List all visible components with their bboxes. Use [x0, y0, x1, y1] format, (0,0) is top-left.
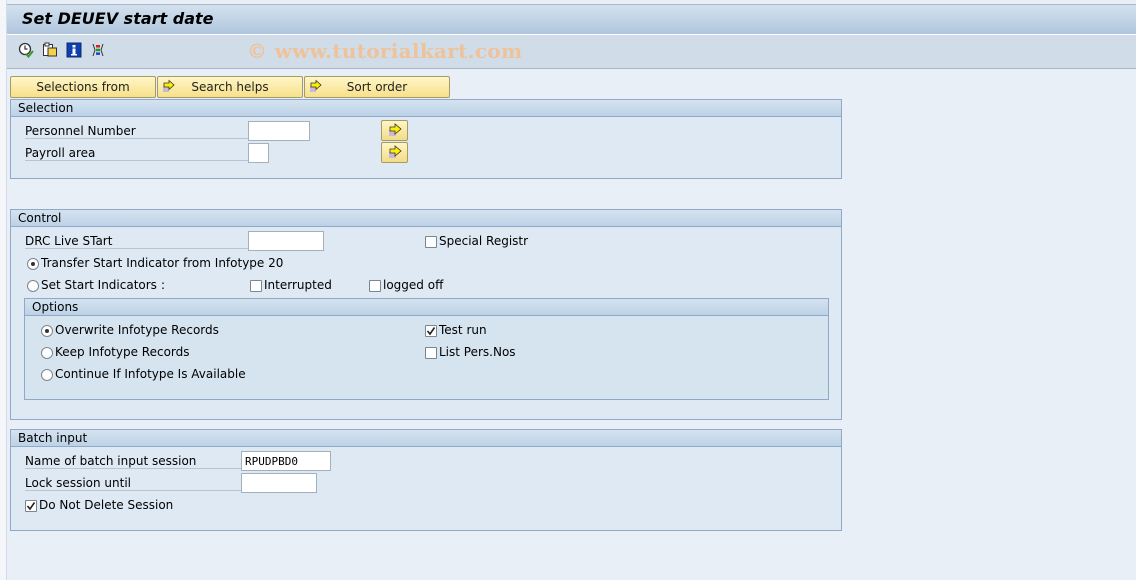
- sort-order-label: Sort order: [346, 80, 408, 94]
- personnel-number-field[interactable]: [248, 121, 310, 141]
- do-not-delete-label: Do Not Delete Session: [39, 498, 174, 512]
- overwrite-records-label: Overwrite Infotype Records: [55, 323, 219, 337]
- continue-if-available-radio[interactable]: [41, 369, 53, 381]
- overwrite-records-radio[interactable]: [41, 325, 53, 337]
- logged-off-checkbox[interactable]: [369, 280, 381, 292]
- control-header: Control: [11, 210, 841, 227]
- arrow-right-icon: [389, 145, 402, 158]
- arrow-right-icon: [309, 79, 323, 96]
- search-helps-button[interactable]: Search helps: [157, 76, 303, 98]
- batch-input-header: Batch input: [11, 430, 841, 447]
- test-run-label: Test run: [439, 323, 487, 337]
- payroll-area-field[interactable]: [248, 143, 269, 163]
- drc-live-start-label: DRC Live STart: [25, 234, 259, 249]
- keep-records-label: Keep Infotype Records: [55, 345, 190, 359]
- left-edge: [0, 0, 7, 580]
- lock-session-label: Lock session until: [25, 476, 253, 491]
- options-header: Options: [25, 299, 828, 316]
- checkmark-icon: [26, 502, 36, 511]
- columns-icon[interactable]: [89, 41, 107, 59]
- personnel-number-multiple-selection-button[interactable]: [381, 120, 408, 141]
- test-run-checkbox[interactable]: [425, 325, 437, 337]
- selections-from-button[interactable]: Selections from: [10, 76, 156, 98]
- page-title: Set DEUEV start date: [22, 9, 214, 28]
- list-pers-nos-label: List Pers.Nos: [439, 345, 516, 359]
- logged-off-label: logged off: [383, 278, 444, 292]
- search-helps-label: Search helps: [191, 80, 269, 94]
- copy-variant-icon[interactable]: [41, 41, 59, 59]
- do-not-delete-checkbox[interactable]: [25, 500, 37, 512]
- options-group: Options Overwrite Infotype Records Keep …: [24, 298, 829, 400]
- interrupted-label: Interrupted: [264, 278, 332, 292]
- list-pers-nos-checkbox[interactable]: [425, 347, 437, 359]
- selection-header: Selection: [11, 100, 841, 117]
- transfer-start-radio[interactable]: [27, 258, 39, 270]
- set-start-label: Set Start Indicators: [41, 278, 157, 292]
- interrupted-checkbox[interactable]: [250, 280, 262, 292]
- payroll-area-multiple-selection-button[interactable]: [381, 142, 408, 163]
- special-registr-label: Special Registr: [439, 234, 529, 248]
- watermark: © www.tutorialkart.com: [247, 39, 523, 63]
- checkmark-icon: [426, 327, 436, 336]
- set-start-colon: :: [161, 278, 166, 292]
- lock-session-field[interactable]: [241, 473, 317, 493]
- personnel-number-label: Personnel Number: [25, 124, 259, 139]
- arrow-right-icon: [389, 123, 402, 136]
- drc-live-start-field[interactable]: [248, 231, 324, 251]
- set-start-radio[interactable]: [27, 280, 39, 292]
- payroll-area-label: Payroll area: [25, 146, 259, 161]
- control-group: Control DRC Live STart Special Registr T…: [10, 209, 842, 420]
- session-name-field[interactable]: [241, 451, 331, 471]
- sort-order-button[interactable]: Sort order: [304, 76, 450, 98]
- transfer-start-label: Transfer Start Indicator from Infotype 2…: [41, 256, 284, 270]
- arrow-right-icon: [162, 79, 176, 96]
- session-name-label: Name of batch input session: [25, 454, 253, 469]
- selection-group: Selection Personnel Number Payroll area: [10, 99, 842, 179]
- title-bar: Set DEUEV start date: [7, 4, 1136, 35]
- batch-input-group: Batch input Name of batch input session …: [10, 429, 842, 531]
- application-toolbar: © www.tutorialkart.com: [7, 35, 1136, 69]
- selections-from-label: Selections from: [36, 80, 130, 94]
- info-icon[interactable]: [65, 41, 83, 59]
- execute-clock-icon[interactable]: [17, 41, 35, 59]
- keep-records-radio[interactable]: [41, 347, 53, 359]
- continue-if-available-label: Continue If Infotype Is Available: [55, 367, 246, 381]
- special-registr-checkbox[interactable]: [425, 236, 437, 248]
